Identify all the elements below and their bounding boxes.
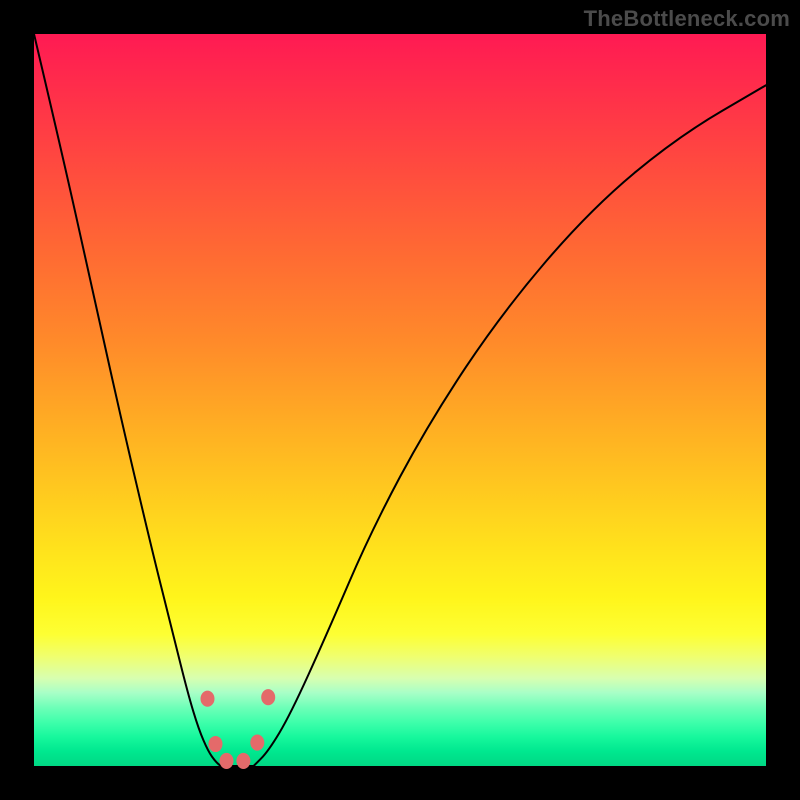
marker-dot [236, 753, 250, 769]
marker-dot [201, 691, 215, 707]
bottleneck-curve [34, 34, 766, 766]
curve-path [34, 34, 766, 766]
marker-dot [220, 753, 234, 769]
marker-dot [261, 689, 275, 705]
watermark-text: TheBottleneck.com [584, 6, 790, 32]
plot-area [34, 34, 766, 766]
chart-frame: TheBottleneck.com [0, 0, 800, 800]
marker-dot [209, 736, 223, 752]
marker-dot [250, 735, 264, 751]
